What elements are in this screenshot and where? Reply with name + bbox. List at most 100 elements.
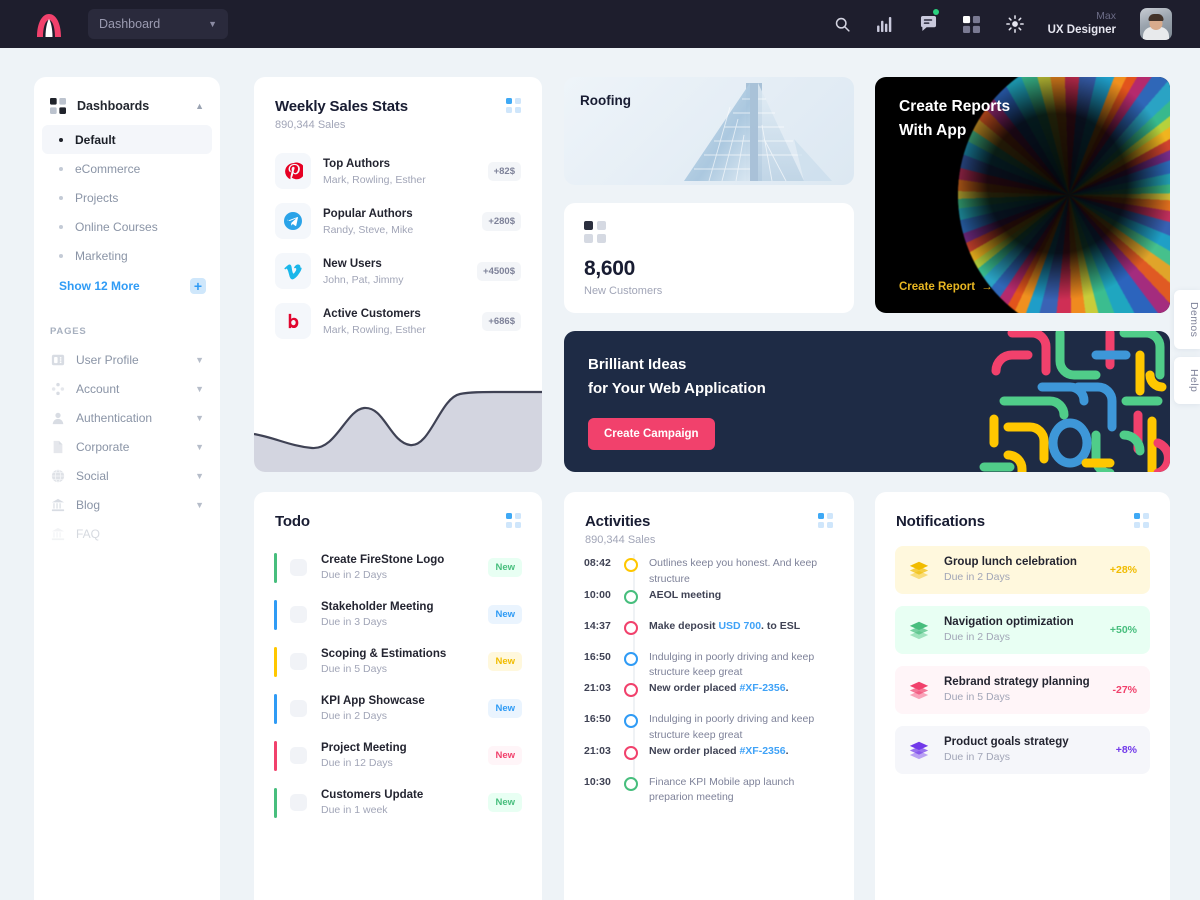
- todo-due: Due in 2 Days: [321, 568, 387, 581]
- list-item[interactable]: Active Customers Mark, Rowling, Esther +68…: [254, 296, 542, 346]
- tab-demos[interactable]: Demos: [1174, 290, 1200, 350]
- sidebar-item-social[interactable]: Social ▼: [34, 461, 220, 490]
- checkbox[interactable]: [290, 606, 307, 623]
- notification-item[interactable]: Rebrand strategy planning Due in 5 Days -2…: [895, 666, 1150, 714]
- sidebar-item-corporate[interactable]: Corporate ▼: [34, 432, 220, 461]
- notification-name: Navigation optimization: [944, 616, 1074, 629]
- priority-bar: [274, 787, 277, 818]
- todo-item[interactable]: Project Meeting Due in 12 Days New: [254, 732, 542, 779]
- activity-time: 21:03: [584, 682, 611, 694]
- activity-link[interactable]: #XF-2356: [739, 745, 785, 757]
- sidebar-dashboard-list: Default eCommerce Projects Online Courses Ma…: [34, 125, 220, 270]
- notifications-title: Notifications: [896, 513, 985, 530]
- sidebar-item-dashboards[interactable]: Dashboards ▲: [34, 91, 220, 121]
- grid-icon[interactable]: [958, 10, 986, 38]
- todo-name: KPI App Showcase: [321, 694, 425, 707]
- notification-percent: +50%: [1109, 624, 1137, 636]
- checkbox[interactable]: [290, 794, 307, 811]
- bar-chart-icon[interactable]: [872, 10, 900, 38]
- chevron-down-icon: ▼: [208, 19, 217, 29]
- create-campaign-button[interactable]: Create Campaign: [588, 418, 715, 450]
- four-dots-icon[interactable]: [506, 98, 521, 113]
- theme-sun-icon[interactable]: [1001, 10, 1029, 38]
- account-icon: [50, 381, 65, 396]
- todo-item[interactable]: KPI App Showcase Due in 2 Days New: [254, 685, 542, 732]
- page-selector[interactable]: Dashboard ▼: [88, 9, 228, 39]
- todo-item[interactable]: Scoping & Estimations Due in 5 Days New: [254, 638, 542, 685]
- priority-bar: [274, 693, 277, 724]
- four-dots-icon[interactable]: [506, 513, 521, 528]
- todo-texts: Create FireStone Logo Due in 2 Days: [321, 552, 488, 584]
- chevron-down-icon: ▼: [195, 499, 204, 510]
- grid-icon: [50, 98, 68, 114]
- sidebar-page-label: Social: [76, 468, 109, 483]
- checkbox[interactable]: [290, 700, 307, 717]
- tab-help[interactable]: Help: [1174, 357, 1200, 405]
- sidebar-item-default[interactable]: Default: [42, 125, 212, 154]
- notification-due: Due in 2 Days: [944, 571, 1010, 584]
- notification-name: Rebrand strategy planning: [944, 676, 1090, 689]
- list-item[interactable]: Top Authors Mark, Rowling, Esther +82$: [254, 146, 542, 196]
- sidebar-dashboards-label: Dashboards: [77, 99, 150, 113]
- four-dots-icon[interactable]: [818, 513, 833, 528]
- status-badge: +4500$: [477, 261, 521, 281]
- bullet-icon: [59, 137, 63, 142]
- search-icon[interactable]: [829, 10, 857, 38]
- checkbox[interactable]: [290, 653, 307, 670]
- avatar[interactable]: [1140, 8, 1172, 40]
- notification-due: Due in 5 Days: [944, 691, 1010, 704]
- stat-texts: Top Authors Mark, Rowling, Esther: [323, 154, 488, 188]
- weekly-sales-card: Weekly Sales Stats 890,344 Sales Top Aut…: [254, 77, 542, 472]
- create-report-link[interactable]: Create Report →: [899, 281, 993, 293]
- activity-text: New order placed #XF-2356.: [649, 682, 789, 694]
- weekly-sales-chart: [254, 346, 542, 472]
- notification-percent: +8%: [1115, 744, 1137, 756]
- bullet-icon: [59, 253, 63, 258]
- timeline-dot-icon: [624, 620, 638, 635]
- activity-link[interactable]: #XF-2356: [739, 682, 785, 694]
- checkbox[interactable]: [290, 559, 307, 576]
- sidebar-item-blog[interactable]: Blog ▼: [34, 490, 220, 519]
- notification-item[interactable]: Navigation optimization Due in 2 Days +50%: [895, 606, 1150, 654]
- activity-text: Make deposit USD 700. to ESL: [649, 619, 801, 632]
- sidebar-show-more[interactable]: Show 12 More +: [42, 272, 212, 300]
- notification-item[interactable]: Product goals strategy Due in 7 Days +8%: [895, 726, 1150, 774]
- chat-icon[interactable]: [915, 9, 943, 38]
- sidebar-page-label: Blog: [76, 497, 101, 512]
- sidebar-item-authentication[interactable]: Authentication ▼: [34, 403, 220, 432]
- checkbox[interactable]: [290, 747, 307, 764]
- sidebar-item-marketing[interactable]: Marketing: [42, 241, 212, 270]
- sidebar-item-projects[interactable]: Projects: [42, 183, 212, 212]
- brilliant-ideas-card: Brilliant Ideas for Your Web Application…: [564, 331, 1170, 472]
- sidebar-item-ecommerce[interactable]: eCommerce: [42, 154, 212, 183]
- list-item[interactable]: Popular Authors Randy, Steve, Mike +280$: [254, 196, 542, 246]
- layers-icon: [908, 739, 930, 761]
- list-item[interactable]: New Users John, Pat, Jimmy +4500$: [254, 246, 542, 296]
- plus-icon[interactable]: +: [190, 278, 206, 294]
- stat-people: Randy, Steve, Mike: [323, 223, 414, 236]
- bullet-icon: [59, 224, 63, 229]
- brand-logo[interactable]: [32, 9, 66, 39]
- sidebar-item-online-courses[interactable]: Online Courses: [42, 212, 212, 241]
- notification-item[interactable]: Group lunch celebration Due in 2 Days +28%: [895, 546, 1150, 594]
- todo-item[interactable]: Customers Update Due in 1 week New: [254, 779, 542, 826]
- ideas-title-line1: Brilliant Ideas: [588, 356, 687, 373]
- roofing-card[interactable]: Roofing: [564, 77, 854, 185]
- timeline-dot-icon: [624, 714, 638, 728]
- user-meta[interactable]: Max UX Designer: [1048, 10, 1116, 38]
- activity-text: Outlines keep you honest. And keep struc…: [649, 557, 818, 585]
- chevron-down-icon: ▼: [195, 354, 204, 365]
- weekly-sales-rows: Top Authors Mark, Rowling, Esther +82$ Popu…: [254, 146, 542, 346]
- chevron-down-icon: ▼: [195, 470, 204, 481]
- activity-link[interactable]: USD 700: [718, 620, 761, 632]
- sidebar-item-account[interactable]: Account ▼: [34, 374, 220, 403]
- user-role: UX Designer: [1047, 24, 1116, 37]
- four-dots-icon[interactable]: [1134, 513, 1149, 528]
- create-reports-card[interactable]: Create Reports With App Create Report →: [875, 77, 1170, 313]
- activity-time: 10:00: [584, 588, 611, 601]
- sidebar-item-user-profile[interactable]: User Profile ▼: [34, 345, 220, 374]
- todo-item[interactable]: Stakeholder Meeting Due in 3 Days New: [254, 591, 542, 638]
- todo-item[interactable]: Create FireStone Logo Due in 2 Days New: [254, 544, 542, 591]
- sidebar-item-partial[interactable]: FAQ: [34, 519, 220, 548]
- weekly-sales-subtitle: 890,344 Sales: [275, 119, 346, 131]
